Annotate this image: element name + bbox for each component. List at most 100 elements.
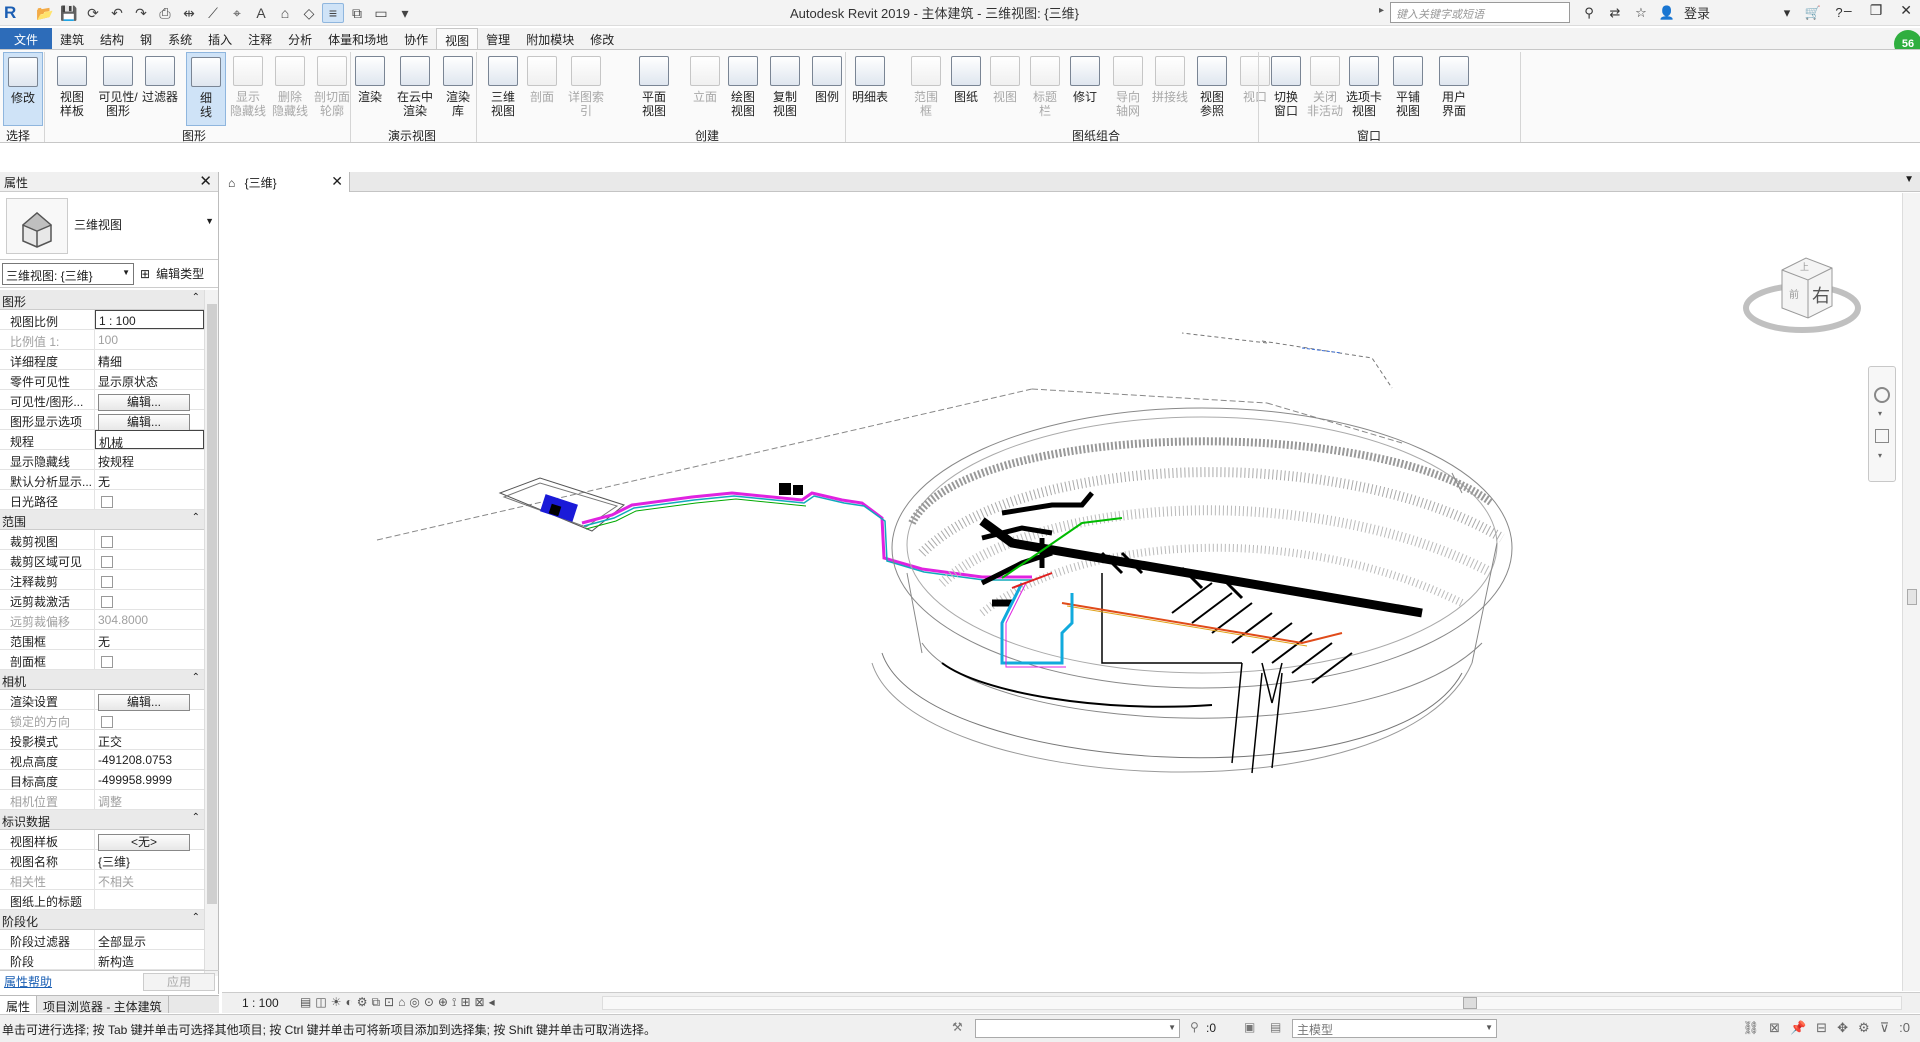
properties-scrollbar[interactable]: [204, 290, 218, 976]
horizontal-scroll-thumb[interactable]: [1463, 997, 1477, 1009]
cloud-render-button[interactable]: 在云中 渲染: [395, 52, 435, 126]
property-value[interactable]: [95, 530, 204, 549]
sync-icon[interactable]: ⟳: [82, 3, 104, 23]
property-value[interactable]: 无: [95, 470, 204, 489]
worksets-icon[interactable]: ⚒: [952, 1020, 963, 1034]
property-value[interactable]: [95, 570, 204, 589]
search-expand-icon[interactable]: ▸: [1379, 5, 1384, 16]
property-value[interactable]: [95, 490, 204, 509]
3d-view-button[interactable]: 三维 视图: [483, 52, 523, 126]
property-checkbox[interactable]: [101, 496, 113, 508]
modify-button[interactable]: 修改: [3, 52, 43, 126]
ribbon-tab[interactable]: 修改: [582, 28, 622, 49]
ribbon-group-label[interactable]: 选择: [6, 127, 30, 144]
dimension-icon[interactable]: ⟋: [202, 3, 224, 23]
revit-logo-icon[interactable]: R: [4, 3, 22, 22]
property-value[interactable]: [95, 550, 204, 569]
reveal-constraints-icon[interactable]: ⊠: [475, 995, 485, 1010]
zoom-dropdown-icon[interactable]: ▾: [1878, 451, 1882, 460]
property-edit-button[interactable]: <无>: [98, 834, 190, 851]
close-icon[interactable]: ✕: [1900, 2, 1912, 19]
redo-icon[interactable]: ↷: [130, 3, 152, 23]
minimize-icon[interactable]: –: [1844, 2, 1852, 19]
visual-style-icon[interactable]: ◫: [315, 995, 326, 1010]
ribbon-tab[interactable]: 附加模块: [518, 28, 582, 49]
shadows-icon[interactable]: ◐: [345, 995, 352, 1010]
login-dropdown-icon[interactable]: ▾: [1778, 5, 1796, 21]
property-checkbox[interactable]: [101, 596, 113, 608]
ribbon-tab[interactable]: 系统: [160, 28, 200, 49]
view-tab-menu-icon[interactable]: ▼: [1904, 174, 1914, 185]
ribbon-tab[interactable]: 视图: [436, 28, 479, 49]
user-interface-button[interactable]: 用户 界面: [1434, 52, 1474, 126]
show-hidden-button[interactable]: 显示 隐藏线: [228, 52, 268, 126]
property-checkbox[interactable]: [101, 536, 113, 548]
property-value[interactable]: 无: [95, 630, 204, 649]
default-3d-icon[interactable]: ⌂: [274, 3, 296, 23]
design-option-combo[interactable]: 主模型: [1292, 1019, 1497, 1038]
thin-lines-button[interactable]: 细 线: [186, 52, 226, 126]
print-icon[interactable]: ⎙: [154, 3, 176, 23]
property-checkbox[interactable]: [101, 576, 113, 588]
ribbon-tab[interactable]: 插入: [200, 28, 240, 49]
thin-lines-icon[interactable]: ≡: [322, 3, 344, 23]
matchline-button[interactable]: 拼接线: [1150, 52, 1190, 126]
save-icon[interactable]: 💾: [58, 3, 80, 23]
collapse-chevron-icon[interactable]: ⌃: [192, 512, 200, 523]
property-value[interactable]: 正交: [95, 730, 204, 749]
scroll-left-icon[interactable]: ◂: [489, 995, 495, 1010]
measure-icon[interactable]: ⇹: [178, 3, 200, 23]
tag-icon[interactable]: ⌖: [226, 3, 248, 23]
duplicate-view-button[interactable]: 复制 视图: [765, 52, 805, 126]
scope-box-button[interactable]: 范围 框: [906, 52, 946, 126]
property-value[interactable]: [95, 650, 204, 669]
property-value[interactable]: 1 : 100: [95, 310, 204, 329]
close-hidden-icon[interactable]: ⧉: [346, 3, 368, 23]
palette-tab[interactable]: 属性: [0, 996, 38, 1014]
design-options-icon[interactable]: ▤: [1270, 1020, 1281, 1034]
visibility-button[interactable]: 可见性/ 图形: [98, 52, 138, 126]
nav-dropdown-icon[interactable]: ▾: [1878, 409, 1882, 418]
property-value[interactable]: 机械: [95, 430, 204, 450]
property-section-header[interactable]: 图形 ⌃: [0, 290, 204, 310]
property-value[interactable]: 编辑...: [95, 690, 204, 711]
ribbon-tab[interactable]: 建筑: [52, 28, 92, 49]
collapse-chevron-icon[interactable]: ⌃: [192, 292, 200, 303]
section-icon[interactable]: ◇: [298, 3, 320, 23]
text-icon[interactable]: A: [250, 3, 272, 23]
select-links-icon[interactable]: ⛓: [1743, 1020, 1760, 1036]
sun-path-icon[interactable]: ☀: [331, 995, 342, 1010]
background-processes-icon[interactable]: ⚙: [1858, 1020, 1870, 1036]
property-section-header[interactable]: 阶段化 ⌃: [0, 910, 204, 930]
exchange-icon[interactable]: ⇄: [1606, 5, 1624, 21]
temp-view-props-icon[interactable]: ⊕: [438, 995, 448, 1010]
property-section-header[interactable]: 范围 ⌃: [0, 510, 204, 530]
property-value[interactable]: -491208.0753: [95, 750, 204, 769]
property-section-header[interactable]: 相机 ⌃: [0, 670, 204, 690]
tile-views-button[interactable]: 平铺 视图: [1388, 52, 1428, 126]
type-dropdown-icon[interactable]: ▼: [205, 216, 214, 226]
property-value[interactable]: [95, 890, 204, 909]
callout-button[interactable]: 详图索引: [566, 52, 606, 126]
editable-only-icon[interactable]: ▣: [1244, 1020, 1255, 1034]
ribbon-tab[interactable]: 文件: [0, 28, 53, 49]
unlocked-3d-icon[interactable]: ⌂: [398, 995, 405, 1010]
property-edit-button[interactable]: 编辑...: [98, 394, 190, 411]
property-value[interactable]: 全部显示: [95, 930, 204, 949]
viewcube[interactable]: 上 前 右: [1742, 250, 1862, 343]
collapse-chevron-icon[interactable]: ⌃: [192, 912, 200, 923]
highlight-displacement-icon[interactable]: ⊞: [460, 995, 470, 1010]
select-underlay-icon[interactable]: ⊠: [1769, 1020, 1780, 1036]
palette-tab[interactable]: 项目浏览器 - 主体建筑: [37, 996, 169, 1014]
close-view-tab-icon[interactable]: ✕: [331, 173, 343, 190]
property-value[interactable]: 新构造: [95, 950, 204, 969]
crop-view-icon[interactable]: ⧉: [371, 995, 380, 1010]
property-value[interactable]: {三维}: [95, 850, 204, 869]
property-value[interactable]: 显示原状态: [95, 370, 204, 389]
zoom-region-icon[interactable]: [1875, 429, 1889, 443]
collapse-chevron-icon[interactable]: ⌃: [192, 672, 200, 683]
render-dialog-icon[interactable]: ⚙: [357, 995, 368, 1010]
steering-wheel-icon[interactable]: [1874, 387, 1890, 403]
filters-button[interactable]: 过滤器: [140, 52, 180, 126]
user-icon[interactable]: 👤: [1658, 5, 1676, 21]
